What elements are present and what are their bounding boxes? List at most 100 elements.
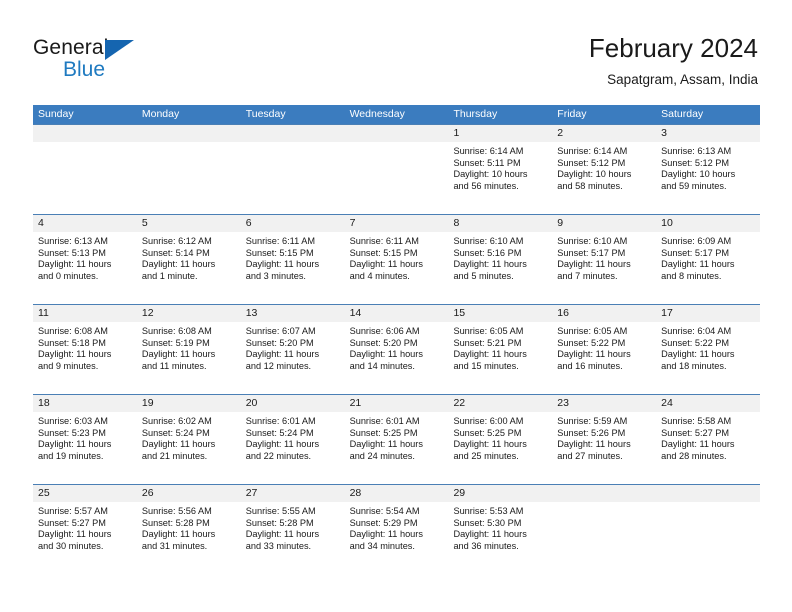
daynum-band [33,125,137,142]
sunset-text: Sunset: 5:13 PM [38,247,106,258]
daynum-band [656,485,761,502]
day-cell[interactable]: 4 Sunrise: 6:13 AM Sunset: 5:13 PM Dayli… [33,215,137,304]
day-cell[interactable]: 16 Sunrise: 6:05 AM Sunset: 5:22 PM Dayl… [552,305,657,394]
day-details: Sunrise: 6:00 AM Sunset: 5:25 PM Dayligh… [448,412,552,462]
daylight-text-line2: and 25 minutes. [453,450,519,461]
day-cell[interactable]: 13 Sunrise: 6:07 AM Sunset: 5:20 PM Dayl… [240,305,345,394]
day-details: Sunrise: 5:58 AM Sunset: 5:27 PM Dayligh… [656,412,760,462]
day-cell[interactable]: 20 Sunrise: 6:01 AM Sunset: 5:24 PM Dayl… [240,395,345,484]
daylight-text-line1: Daylight: 11 hours [453,439,527,450]
day-details: Sunrise: 6:02 AM Sunset: 5:24 PM Dayligh… [137,412,241,462]
daylight-text-line1: Daylight: 11 hours [661,349,735,360]
day-number: 26 [141,487,154,499]
sunrise-text: Sunrise: 6:07 AM [245,326,316,336]
triangle-icon [105,40,134,60]
brand-logo[interactable]: General Blue [33,36,213,92]
day-cell[interactable]: 26 Sunrise: 5:56 AM Sunset: 5:28 PM Dayl… [136,485,241,574]
day-cell[interactable]: 18 Sunrise: 6:03 AM Sunset: 5:23 PM Dayl… [33,395,137,484]
sunset-text: Sunset: 5:24 PM [141,427,210,438]
daylight-text-line2: and 22 minutes. [245,450,312,461]
sunrise-text: Sunrise: 6:05 AM [557,326,628,336]
title-block: February 2024 Sapatgram, Assam, India [589,33,758,89]
day-cell[interactable]: 3 Sunrise: 6:13 AM Sunset: 5:12 PM Dayli… [656,125,761,214]
sunrise-text: Sunrise: 5:59 AM [557,416,628,426]
daynum-band: 26 [136,485,241,502]
sunrise-text: Sunrise: 6:14 AM [557,146,628,156]
daylight-text-line1: Daylight: 10 hours [661,169,736,180]
day-cell[interactable]: 2 Sunrise: 6:14 AM Sunset: 5:12 PM Dayli… [552,125,657,214]
day-cell-empty [136,125,241,214]
daylight-text-line2: and 0 minutes. [38,270,99,281]
sunset-text: Sunset: 5:27 PM [38,517,106,528]
day-number: 19 [141,397,154,409]
day-cell[interactable]: 29 Sunrise: 5:53 AM Sunset: 5:30 PM Dayl… [448,485,553,574]
day-cell[interactable]: 14 Sunrise: 6:06 AM Sunset: 5:20 PM Dayl… [344,305,449,394]
day-cell[interactable]: 1 Sunrise: 6:14 AM Sunset: 5:11 PM Dayli… [448,125,553,214]
logo-text-general: General [33,36,109,59]
sunset-text: Sunset: 5:11 PM [453,157,521,168]
day-cell-empty [33,125,137,214]
daynum-band: 21 [344,395,449,412]
day-cell[interactable]: 19 Sunrise: 6:02 AM Sunset: 5:24 PM Dayl… [136,395,241,484]
day-number: 12 [141,307,154,319]
daylight-text-line1: Daylight: 11 hours [661,439,735,450]
daynum-band: 28 [344,485,449,502]
day-details [33,142,137,146]
sunset-text: Sunset: 5:25 PM [349,427,418,438]
sunset-text: Sunset: 5:20 PM [349,337,418,348]
page-subtitle: Sapatgram, Assam, India [607,72,758,87]
daynum-band: 27 [240,485,345,502]
sunset-text: Sunset: 5:27 PM [661,427,730,438]
day-cell[interactable]: 25 Sunrise: 5:57 AM Sunset: 5:27 PM Dayl… [33,485,137,574]
daynum-band [136,125,241,142]
day-cell[interactable]: 6 Sunrise: 6:11 AM Sunset: 5:15 PM Dayli… [240,215,345,304]
day-cell[interactable]: 24 Sunrise: 5:58 AM Sunset: 5:27 PM Dayl… [656,395,761,484]
day-cell[interactable]: 12 Sunrise: 6:08 AM Sunset: 5:19 PM Dayl… [136,305,241,394]
sunset-text: Sunset: 5:22 PM [557,337,626,348]
day-details: Sunrise: 6:05 AM Sunset: 5:21 PM Dayligh… [448,322,552,372]
daynum-band [552,485,657,502]
day-cell[interactable]: 15 Sunrise: 6:05 AM Sunset: 5:21 PM Dayl… [448,305,553,394]
sunrise-text: Sunrise: 6:04 AM [661,326,732,336]
day-cell[interactable]: 10 Sunrise: 6:09 AM Sunset: 5:17 PM Dayl… [656,215,761,304]
sunrise-text: Sunrise: 5:54 AM [349,506,420,516]
day-cell[interactable]: 11 Sunrise: 6:08 AM Sunset: 5:18 PM Dayl… [33,305,137,394]
day-number: 14 [349,307,362,319]
day-cell[interactable]: 9 Sunrise: 6:10 AM Sunset: 5:17 PM Dayli… [552,215,657,304]
sunset-text: Sunset: 5:30 PM [453,517,522,528]
day-details: Sunrise: 6:05 AM Sunset: 5:22 PM Dayligh… [552,322,656,372]
day-cell[interactable]: 7 Sunrise: 6:11 AM Sunset: 5:15 PM Dayli… [344,215,449,304]
daylight-text-line2: and 34 minutes. [349,540,415,551]
day-cell[interactable]: 27 Sunrise: 5:55 AM Sunset: 5:28 PM Dayl… [240,485,345,574]
day-cell[interactable]: 21 Sunrise: 6:01 AM Sunset: 5:25 PM Dayl… [344,395,449,484]
sunset-text: Sunset: 5:12 PM [557,157,626,168]
day-details [137,142,241,146]
calendar-week-row: 1 Sunrise: 6:14 AM Sunset: 5:11 PM Dayli… [33,124,761,214]
day-details: Sunrise: 6:11 AM Sunset: 5:15 PM Dayligh… [345,232,449,282]
daylight-text-line1: Daylight: 11 hours [453,529,527,540]
day-cell[interactable]: 8 Sunrise: 6:10 AM Sunset: 5:16 PM Dayli… [448,215,553,304]
day-number: 29 [453,487,466,499]
daylight-text-line1: Daylight: 11 hours [38,349,112,360]
day-number: 25 [38,487,50,499]
sunrise-text: Sunrise: 6:01 AM [349,416,420,426]
day-cell[interactable]: 23 Sunrise: 5:59 AM Sunset: 5:26 PM Dayl… [552,395,657,484]
sunrise-text: Sunrise: 5:57 AM [38,506,108,516]
daylight-text-line1: Daylight: 11 hours [557,349,631,360]
daylight-text-line1: Daylight: 11 hours [141,529,216,540]
day-details [656,502,760,506]
day-details: Sunrise: 6:04 AM Sunset: 5:22 PM Dayligh… [656,322,760,372]
sunrise-text: Sunrise: 6:09 AM [661,236,732,246]
day-cell[interactable]: 28 Sunrise: 5:54 AM Sunset: 5:29 PM Dayl… [344,485,449,574]
daynum-band [240,125,345,142]
daylight-text-line2: and 36 minutes. [453,540,519,551]
day-cell[interactable]: 5 Sunrise: 6:12 AM Sunset: 5:14 PM Dayli… [136,215,241,304]
sunrise-text: Sunrise: 5:56 AM [141,506,212,516]
daylight-text-line2: and 28 minutes. [661,450,727,461]
day-cell[interactable]: 17 Sunrise: 6:04 AM Sunset: 5:22 PM Dayl… [656,305,761,394]
daylight-text-line1: Daylight: 10 hours [557,169,632,180]
day-cell[interactable]: 22 Sunrise: 6:00 AM Sunset: 5:25 PM Dayl… [448,395,553,484]
sunrise-text: Sunrise: 6:11 AM [245,236,316,246]
daynum-band: 11 [33,305,137,322]
day-cell-empty [344,125,449,214]
